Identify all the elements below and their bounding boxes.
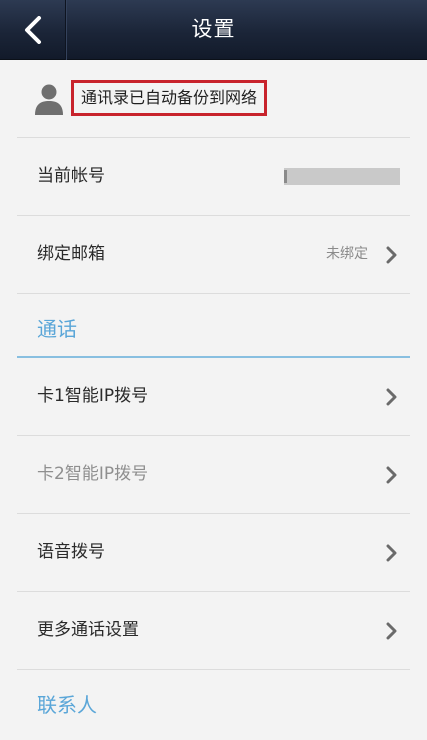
page-title: 设置 xyxy=(191,17,236,41)
voice-dial-label: 语音拨号 xyxy=(37,542,105,562)
more-call-settings-row[interactable]: 更多通话设置 xyxy=(17,592,410,670)
section-header-calls: 通话 xyxy=(17,294,410,358)
bind-email-status: 未绑定 xyxy=(326,246,368,262)
bind-email-label: 绑定邮箱 xyxy=(37,244,105,264)
section-title-calls: 通话 xyxy=(37,317,77,341)
current-account-row: 当前帐号 xyxy=(17,138,410,216)
chevron-right-icon xyxy=(386,544,397,562)
user-avatar-icon xyxy=(35,84,63,115)
masked-account-value xyxy=(284,168,400,185)
backup-status-text: 通讯录已自动备份到网络 xyxy=(71,80,268,116)
sim1-ip-dial-label: 卡1智能IP拨号 xyxy=(37,386,149,406)
voice-dial-row[interactable]: 语音拨号 xyxy=(17,514,410,592)
sim2-ip-dial-label: 卡2智能IP拨号 xyxy=(37,464,149,484)
section-header-contacts: 联系人 xyxy=(17,670,410,734)
title-bar: 设置 xyxy=(0,0,427,60)
chevron-right-icon xyxy=(386,466,397,484)
backup-status-row[interactable]: 通讯录已自动备份到网络 xyxy=(17,61,410,138)
settings-list: 通讯录已自动备份到网络 当前帐号 绑定邮箱 未绑定 通话 卡1智能IP拨号 卡2… xyxy=(0,61,427,734)
current-account-label: 当前帐号 xyxy=(37,166,105,186)
sim1-ip-dial-row[interactable]: 卡1智能IP拨号 xyxy=(17,358,410,436)
chevron-right-icon xyxy=(386,622,397,640)
bind-email-row[interactable]: 绑定邮箱 未绑定 xyxy=(17,216,410,294)
sim2-ip-dial-row[interactable]: 卡2智能IP拨号 xyxy=(17,436,410,514)
more-call-settings-label: 更多通话设置 xyxy=(37,620,139,640)
chevron-right-icon xyxy=(386,388,397,406)
back-button[interactable] xyxy=(0,0,66,60)
chevron-right-icon xyxy=(386,246,397,264)
chevron-left-icon xyxy=(24,16,41,44)
section-title-contacts: 联系人 xyxy=(37,693,97,717)
